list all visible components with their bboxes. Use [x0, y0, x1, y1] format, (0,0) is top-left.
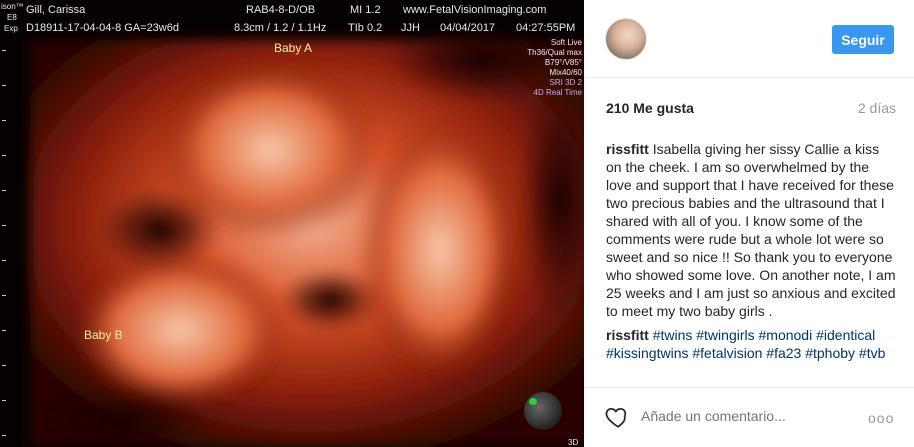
baby-b-label: Baby B: [84, 328, 123, 342]
setting-line: SRI 3D 2: [549, 78, 582, 87]
divider: [584, 387, 914, 388]
hashtags-comment: rissfitt #twins #twingirls #monodi #iden…: [606, 326, 898, 362]
mode-label: 3D: [568, 438, 579, 447]
caption: rissfitt Isabella giving her sissy Calli…: [606, 140, 898, 320]
website: www.FetalVisionImaging.com: [403, 4, 547, 16]
setting-line: 4D Real Time: [533, 88, 582, 97]
setting-line: Soft Live: [550, 38, 582, 47]
post-panel: Seguir 210 Me gusta 2 días rissfitt Isab…: [584, 0, 914, 447]
caption-username[interactable]: rissfitt: [606, 141, 649, 157]
setting-line: Th36/Qual max: [527, 48, 582, 57]
comment-username[interactable]: rissfitt: [606, 327, 649, 343]
depth-ruler: [2, 40, 8, 447]
follow-button[interactable]: Seguir: [832, 25, 894, 54]
tib-value: TIb 0.2: [348, 22, 383, 34]
system-label: ison™: [1, 2, 24, 11]
scan-settings: Soft Live Th36/Qual max B79°/V85° Mix40/…: [527, 38, 582, 98]
scan-date: 04/04/2017: [440, 22, 496, 34]
scan-params: 8.3cm / 1.2 / 1.1Hz: [234, 22, 327, 34]
mi-value: MI 1.2: [350, 4, 381, 16]
caption-text: Isabella giving her sissy Callie a kiss …: [606, 141, 896, 319]
patient-id: D18911-17-04-04-8 GA=23w6d: [26, 22, 179, 34]
ultrasound-image: ison™ E8 Exp Gill, Carissa RAB4-8-D/OB M…: [0, 0, 584, 447]
more-options-icon[interactable]: ooo: [868, 410, 894, 426]
patient-name: Gill, Carissa: [26, 4, 86, 16]
baby-a-label: Baby A: [274, 41, 313, 55]
heart-icon[interactable]: [605, 404, 631, 430]
orientation-marker-icon: [524, 392, 562, 430]
avatar[interactable]: [605, 18, 647, 60]
likes-count[interactable]: 210 Me gusta: [606, 100, 694, 116]
exp-label: Exp: [4, 24, 18, 33]
comments-list[interactable]: rissfitt Isabella giving her sissy Calli…: [606, 140, 898, 381]
post-time[interactable]: 2 días: [858, 100, 896, 116]
probe-freq-label: E8: [7, 13, 17, 22]
ultrasound-render: [0, 0, 584, 447]
operator: JJH: [401, 22, 420, 34]
divider: [584, 77, 914, 78]
probe-name: RAB4-8-D/OB: [246, 4, 316, 16]
setting-line: Mix40/60: [549, 68, 582, 77]
scan-time: 04:27:55PM: [516, 22, 576, 34]
comment-input[interactable]: [641, 408, 841, 424]
setting-line: B79°/V85°: [544, 58, 582, 67]
